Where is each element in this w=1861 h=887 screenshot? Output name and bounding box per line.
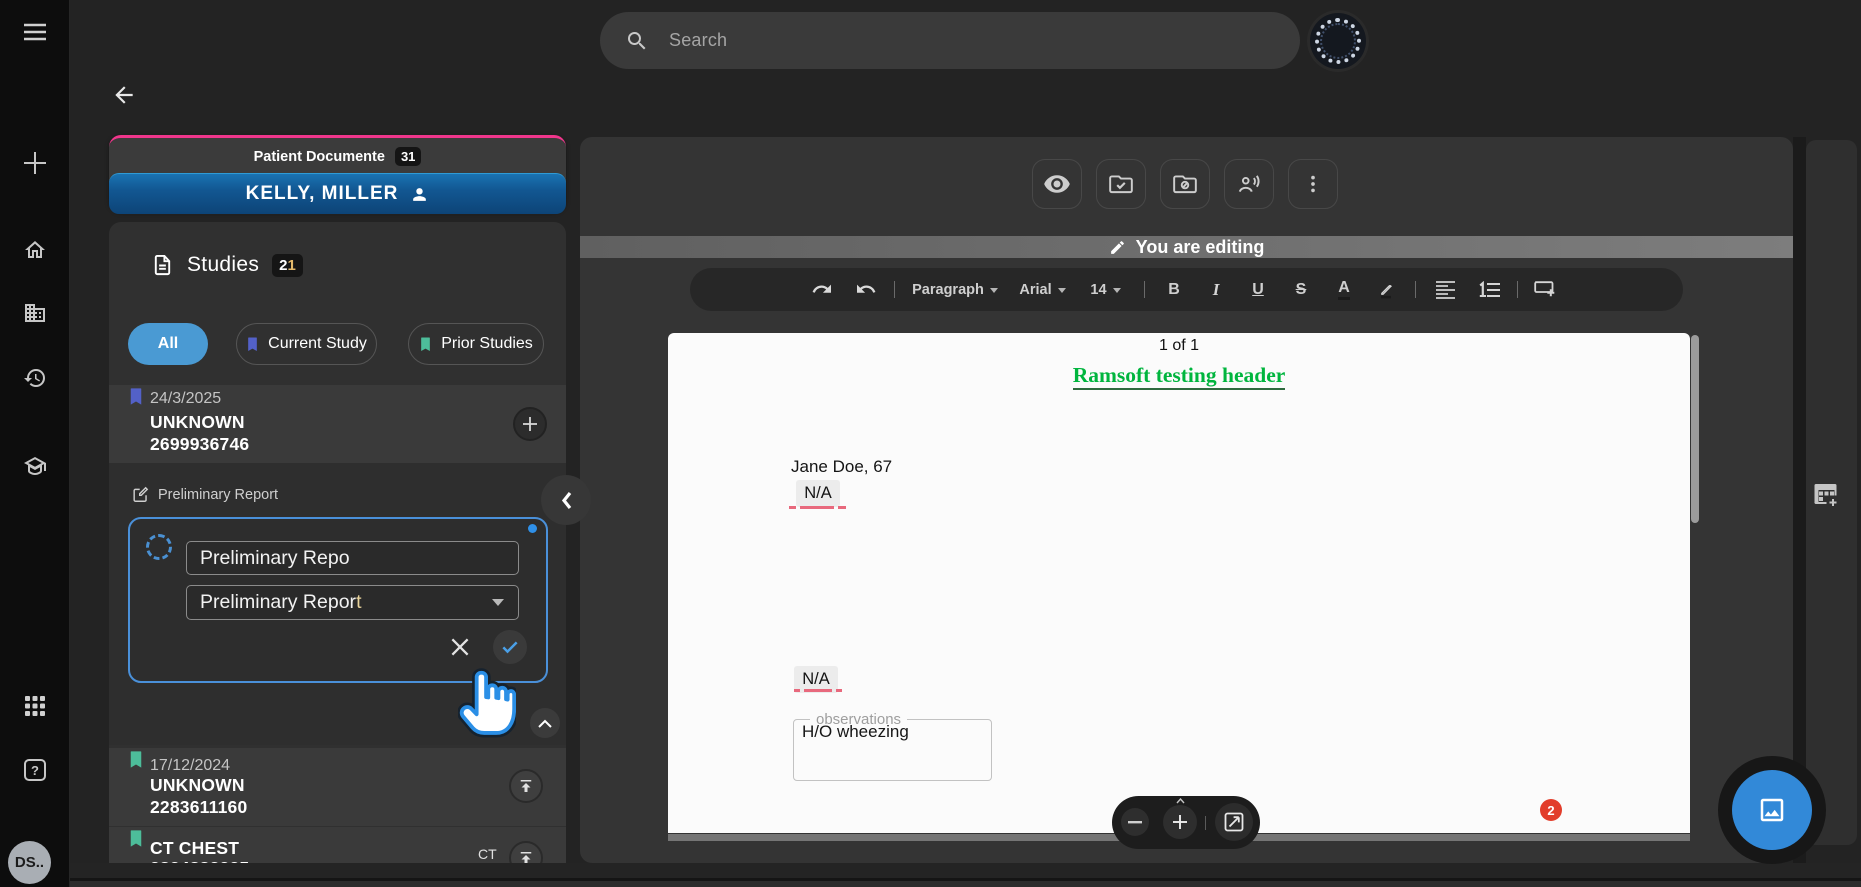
svg-text:?: ? xyxy=(31,763,39,778)
